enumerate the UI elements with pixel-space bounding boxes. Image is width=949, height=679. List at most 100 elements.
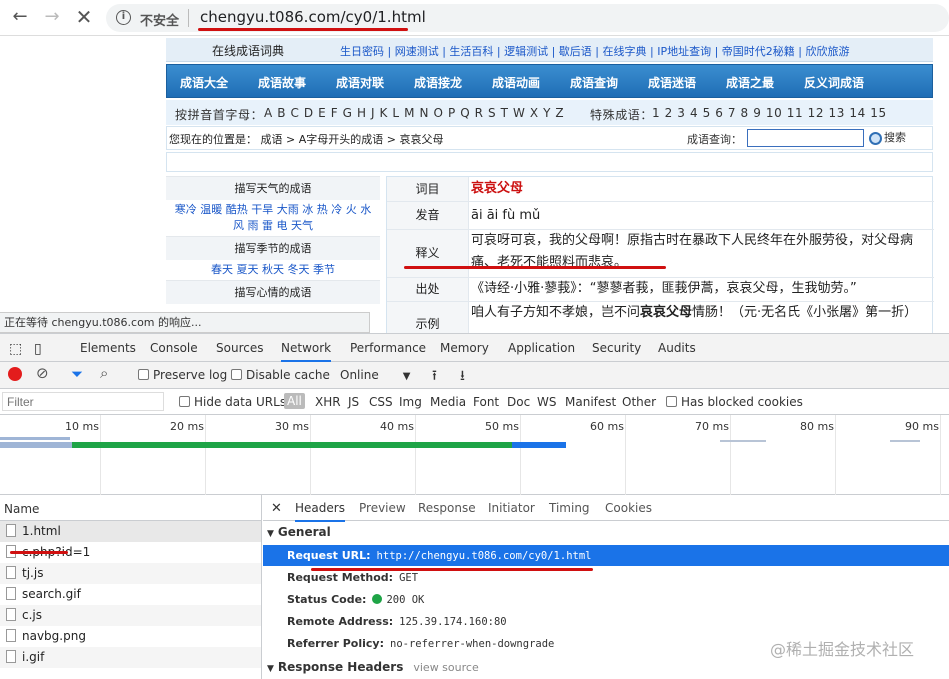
response-headers-section-header[interactable]: ▼ Response Headers view source xyxy=(267,660,479,679)
tab-audits[interactable]: Audits xyxy=(658,341,696,355)
type-filter[interactable]: CSS xyxy=(369,395,393,409)
tab-elements[interactable]: Elements xyxy=(80,341,136,355)
request-rows: 1.html c.php?id=1 tj.js search.gif c.js … xyxy=(0,521,261,668)
nav-item[interactable]: 成语接龙 xyxy=(414,74,462,91)
view-source-link[interactable]: view source xyxy=(413,661,478,674)
time-label: 60 ms xyxy=(590,420,624,433)
general-section-header[interactable]: ▼ General xyxy=(267,525,331,539)
type-filter[interactable]: JS xyxy=(348,395,359,409)
type-filter[interactable]: Img xyxy=(399,395,422,409)
watermark: @稀土掘金技术社区 xyxy=(770,640,915,659)
waterfall-bar xyxy=(512,442,566,448)
tab-network[interactable]: Network xyxy=(281,341,332,362)
nav-item[interactable]: 成语故事 xyxy=(258,74,306,91)
type-filter[interactable]: XHR xyxy=(315,395,341,409)
time-label: 30 ms xyxy=(275,420,309,433)
forward-arrow-icon[interactable]: → xyxy=(40,6,64,30)
triangle-down-icon: ▼ xyxy=(267,664,274,674)
example-text: 咱人有子方知不孝娘，岂不问 xyxy=(471,305,641,320)
devtools-tab-bar: ⬚ ▯ Elements Console Sources Network Per… xyxy=(0,334,949,362)
tab-application[interactable]: Application xyxy=(508,341,575,355)
request-row[interactable]: c.js xyxy=(0,605,261,626)
nav-item[interactable]: 成语大全 xyxy=(180,74,228,91)
hide-data-urls-checkbox[interactable]: Hide data URLs xyxy=(179,395,286,409)
request-row[interactable]: i.gif xyxy=(0,647,261,668)
preserve-log-checkbox[interactable]: Preserve log xyxy=(138,368,227,382)
tab-initiator[interactable]: Initiator xyxy=(488,501,535,515)
request-url-row[interactable]: Request URL: http://chengyu.t086.com/cy0/… xyxy=(263,545,949,566)
throttle-value: Online xyxy=(340,368,379,382)
network-toolbar: ⊘ ⏷ ⌕ Preserve log Disable cache Online ▼… xyxy=(0,362,949,389)
header-key: Referrer Policy: xyxy=(287,637,384,650)
preserve-log-label: Preserve log xyxy=(153,368,228,382)
tab-timing[interactable]: Timing xyxy=(549,501,590,515)
nav-item[interactable]: 成语查询 xyxy=(570,74,618,91)
nav-item[interactable]: 成语之最 xyxy=(726,74,774,91)
device-toolbar-icon[interactable]: ▯ xyxy=(34,341,42,357)
tab-security[interactable]: Security xyxy=(592,341,641,355)
close-icon[interactable]: ✕ xyxy=(271,501,282,516)
request-row[interactable]: search.gif xyxy=(0,584,261,605)
tab-performance[interactable]: Performance xyxy=(350,341,426,355)
sidebar-word-links[interactable]: 春天 夏天 秋天 冬天 季节 xyxy=(166,260,380,280)
web-page: 在线成语词典 生日密码 | 网速测试 | 生活百科 | 逻辑测试 | 歇后语 |… xyxy=(0,36,949,333)
type-filter[interactable]: Doc xyxy=(507,395,530,409)
nav-item[interactable]: 反义词成语 xyxy=(804,74,864,91)
type-filter[interactable]: Font xyxy=(473,395,499,409)
clear-icon[interactable]: ⊘ xyxy=(36,364,49,382)
file-icon xyxy=(6,650,16,663)
letter-links[interactable]: A B C D E F G H J K L M N O P Q R S T W … xyxy=(264,106,564,120)
back-arrow-icon[interactable]: ← xyxy=(8,6,32,30)
breadcrumb[interactable]: 您现在的位置是： 成语 > A字母开头的成语 > 哀哀父母 xyxy=(169,131,443,147)
info-icon[interactable]: i xyxy=(116,10,131,25)
sidebar-word-links[interactable]: 寒冷 温暖 酷热 干旱 大雨 冰 热 冷 火 水 风 雨 雷 电 天气 xyxy=(166,200,380,236)
tab-sources[interactable]: Sources xyxy=(216,341,263,355)
has-blocked-cookies-label: Has blocked cookies xyxy=(681,395,803,409)
type-filter-all[interactable]: All xyxy=(284,393,305,409)
tab-response[interactable]: Response xyxy=(418,501,476,515)
header-value: no-referrer-when-downgrade xyxy=(390,638,555,650)
nav-item[interactable]: 成语对联 xyxy=(336,74,384,91)
nav-item[interactable]: 成语迷语 xyxy=(648,74,696,91)
record-icon[interactable] xyxy=(8,367,22,381)
tab-memory[interactable]: Memory xyxy=(440,341,489,355)
import-icon[interactable]: ⭱ xyxy=(432,365,437,389)
hide-data-urls-label: Hide data URLs xyxy=(194,395,287,409)
tab-headers[interactable]: Headers xyxy=(295,501,345,522)
request-row[interactable]: 1.html xyxy=(0,521,261,542)
top-links[interactable]: 生日密码 | 网速测试 | 生活百科 | 逻辑测试 | 歇后语 | 在线字典 |… xyxy=(340,43,849,59)
search-button[interactable]: 搜索 xyxy=(869,129,906,145)
type-filter[interactable]: Other xyxy=(622,395,656,409)
url-text[interactable]: chengyu.t086.com/cy0/1.html xyxy=(200,8,426,26)
filter-icon[interactable]: ⏷ xyxy=(71,365,83,383)
tab-console[interactable]: Console xyxy=(150,341,198,355)
waterfall-bar xyxy=(72,442,512,448)
stop-loading-icon[interactable]: ✕ xyxy=(72,6,96,30)
grid-line xyxy=(730,415,731,495)
waterfall-bar xyxy=(0,442,72,448)
nav-item[interactable]: 成语动画 xyxy=(492,74,540,91)
disable-cache-label: Disable cache xyxy=(246,368,330,382)
export-icon[interactable]: ⭳ xyxy=(460,365,465,389)
type-filter[interactable]: Media xyxy=(430,395,466,409)
filter-input[interactable] xyxy=(2,392,164,411)
name-column-header[interactable]: Name xyxy=(0,495,261,521)
throttle-select[interactable]: Online ▼ xyxy=(340,368,410,382)
time-label: 10 ms xyxy=(65,420,99,433)
special-number-links[interactable]: 1 2 3 4 5 6 7 8 9 10 11 12 13 14 15 xyxy=(652,106,887,120)
inspect-element-icon[interactable]: ⬚ xyxy=(9,341,22,357)
disable-cache-checkbox[interactable]: Disable cache xyxy=(231,368,330,382)
tab-cookies[interactable]: Cookies xyxy=(605,501,652,515)
search-icon[interactable]: ⌕ xyxy=(100,364,108,382)
header-value: http://chengyu.t086.com/cy0/1.html xyxy=(376,550,592,562)
waterfall-bar xyxy=(890,440,920,442)
idiom-search-input[interactable] xyxy=(747,129,864,147)
has-blocked-cookies-checkbox[interactable]: Has blocked cookies xyxy=(666,395,803,409)
grid-line xyxy=(940,415,941,495)
tab-preview[interactable]: Preview xyxy=(359,501,406,515)
checkbox-icon xyxy=(666,396,677,407)
type-filter[interactable]: WS xyxy=(537,395,556,409)
request-row[interactable]: tj.js xyxy=(0,563,261,584)
request-row[interactable]: navbg.png xyxy=(0,626,261,647)
type-filter[interactable]: Manifest xyxy=(565,395,616,409)
